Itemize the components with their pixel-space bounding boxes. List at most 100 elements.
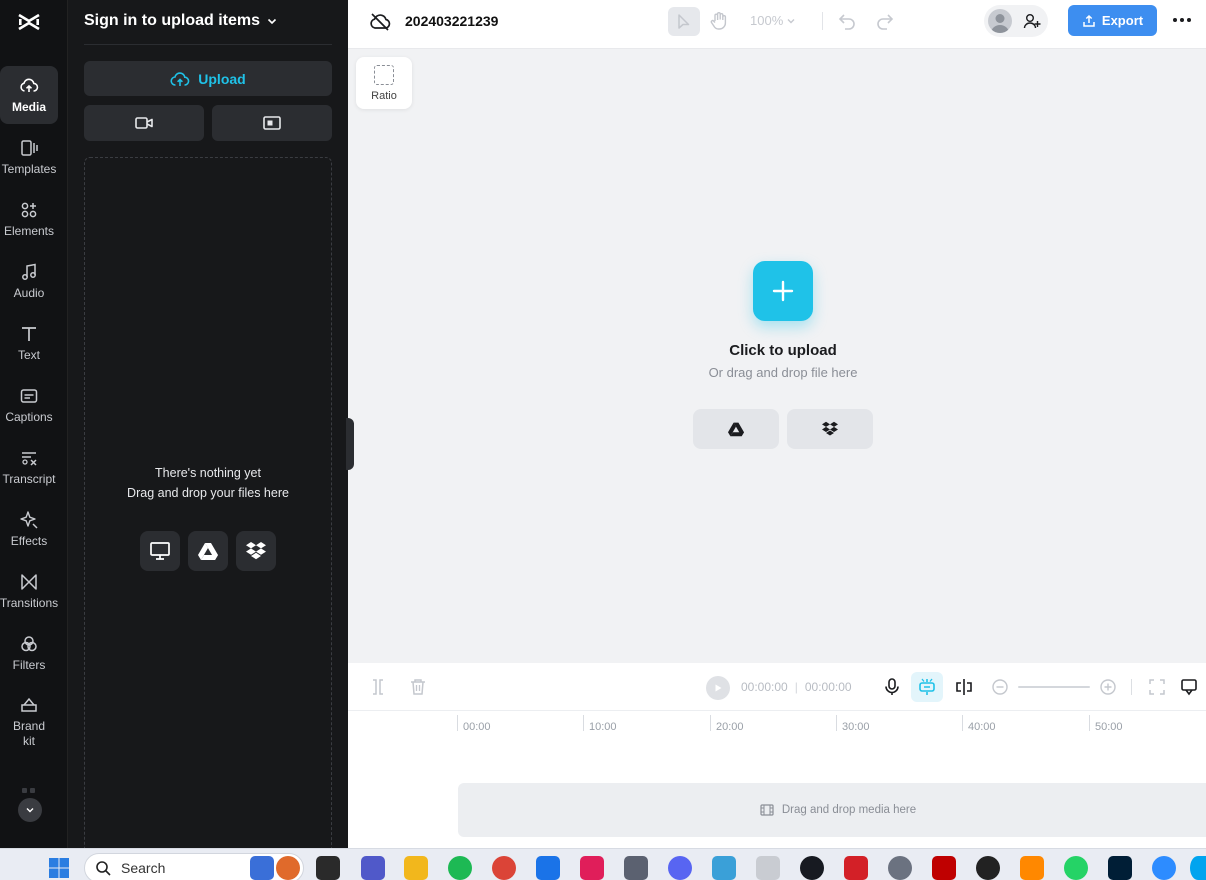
zoom-level: 100% [750, 13, 784, 28]
rail-item-brand-kit[interactable]: Brand kit [0, 690, 58, 754]
play-button[interactable] [706, 676, 730, 700]
zoom-in-icon[interactable] [1098, 677, 1118, 697]
divider [84, 44, 332, 45]
rail-item-elements[interactable]: Elements [0, 190, 58, 248]
rail-more-button[interactable] [18, 798, 42, 822]
photoshop-app-icon[interactable] [1108, 856, 1132, 880]
upload-cta-subtitle: Or drag and drop file here [708, 365, 858, 380]
avatar[interactable] [988, 9, 1012, 33]
rail-item-label: Audio [13, 285, 45, 300]
settings-gear-icon[interactable] [888, 856, 912, 880]
select-tool-button[interactable] [668, 7, 700, 36]
current-time: 00:00:00 [741, 680, 788, 694]
text-icon [22, 326, 36, 341]
microphone-icon[interactable] [882, 677, 902, 697]
trash-icon[interactable] [408, 677, 428, 697]
tick-label: 10:00 [589, 721, 617, 733]
timeline-zoom-slider[interactable] [1018, 686, 1090, 688]
photos-app-icon[interactable] [712, 856, 736, 880]
aspect-ratio-icon [374, 64, 394, 85]
record-video-button[interactable] [84, 105, 204, 141]
timeline-toolbar: 00:00:00 | 00:00:00 [348, 663, 1206, 711]
templates-icon [21, 139, 38, 156]
task-view-icon[interactable] [316, 856, 340, 880]
windows-start-icon[interactable] [48, 857, 70, 879]
spotify-app-icon[interactable] [448, 856, 472, 880]
fullscreen-icon[interactable] [1147, 677, 1167, 697]
panel-title[interactable]: Sign in to upload items [84, 12, 278, 30]
click-to-upload-button[interactable] [753, 261, 813, 321]
rail-item-templates[interactable]: Templates [0, 128, 58, 186]
more-options-button[interactable] [1172, 10, 1192, 30]
google-drive-icon [198, 543, 218, 560]
slack-app-icon[interactable] [580, 856, 604, 880]
split-icon[interactable] [368, 677, 388, 697]
cloud-upload-icon [20, 77, 39, 92]
record-screen-button[interactable] [212, 105, 332, 141]
rail-item-audio[interactable]: Audio [0, 252, 58, 310]
tick-label: 40:00 [968, 721, 996, 733]
chrome-app-icon[interactable] [492, 856, 516, 880]
whatsapp-app-icon[interactable] [1064, 856, 1088, 880]
canvas-google-drive-button[interactable] [693, 409, 779, 449]
export-button[interactable]: Export [1068, 5, 1157, 36]
rail-item-label: Effects [10, 533, 48, 548]
teams-app-icon[interactable] [361, 856, 385, 880]
cloud-sync-off-icon [370, 13, 391, 31]
file-explorer-icon[interactable] [404, 856, 428, 880]
transitions-icon [21, 573, 37, 590]
panel-collapse-handle[interactable] [346, 418, 354, 470]
rail-item-captions[interactable]: Captions [0, 376, 58, 434]
canvas-dropbox-button[interactable] [787, 409, 873, 449]
discord-app-icon[interactable] [668, 856, 692, 880]
upload-button[interactable]: Upload [84, 61, 332, 96]
upload-from-google-drive-button[interactable] [188, 531, 228, 571]
rail-item-text[interactable]: Text [0, 314, 58, 372]
media-drop-zone[interactable]: There's nothing yet Drag and drop your f… [84, 157, 332, 857]
redo-icon[interactable] [875, 11, 895, 31]
widgets-app-icon[interactable] [250, 856, 274, 880]
ratio-button[interactable]: Ratio [356, 57, 412, 109]
rail-item-media[interactable]: Media [0, 66, 58, 124]
vlc-app-icon[interactable] [1020, 856, 1044, 880]
media-panel: Sign in to upload items Upload There's n… [68, 0, 348, 857]
rail-item-transitions[interactable]: Transitions [0, 562, 58, 620]
app-icon[interactable] [756, 856, 780, 880]
filezilla-app-icon[interactable] [932, 856, 956, 880]
add-user-icon[interactable] [1023, 12, 1041, 30]
undo-icon[interactable] [837, 11, 857, 31]
rail-item-transcript[interactable]: Transcript [0, 438, 58, 496]
screen-record-icon [263, 116, 281, 130]
comment-icon[interactable] [1179, 677, 1199, 697]
timeline-ruler[interactable]: 00:00 10:00 20:00 30:00 40:00 50:00 [348, 711, 1206, 783]
upload-from-dropbox-button[interactable] [236, 531, 276, 571]
auto-snap-toggle[interactable] [911, 672, 943, 702]
zoom-dropdown[interactable]: 100% [750, 13, 796, 28]
rail-item-label: Filters [12, 657, 46, 672]
upload-from-computer-button[interactable] [140, 531, 180, 571]
app-icon[interactable] [1190, 856, 1206, 880]
tick-label: 30:00 [842, 721, 870, 733]
divider [1131, 679, 1132, 695]
app-icon[interactable] [976, 856, 1000, 880]
playback-time: 00:00:00 | 00:00:00 [741, 680, 852, 694]
basketball-app-icon[interactable] [276, 856, 300, 880]
zoom-out-icon[interactable] [990, 677, 1010, 697]
split-center-icon[interactable] [954, 677, 974, 697]
user-collaborators-pill[interactable] [984, 5, 1048, 37]
media-drop-track[interactable]: Drag and drop media here [458, 783, 1206, 837]
brand-kit-icon [21, 697, 37, 712]
project-name[interactable]: 202403221239 [405, 13, 498, 29]
zoom-app-icon[interactable] [1152, 856, 1176, 880]
rail-item-filters[interactable]: Filters [0, 624, 58, 682]
steam-app-icon[interactable] [800, 856, 824, 880]
bittorrent-app-icon[interactable] [844, 856, 868, 880]
calculator-app-icon[interactable] [624, 856, 648, 880]
rail-item-label: Media [11, 99, 46, 114]
rail-item-effects[interactable]: Effects [0, 500, 58, 558]
copilot-app-icon[interactable] [536, 856, 560, 880]
hand-tool-icon[interactable] [708, 10, 730, 32]
dropbox-icon [822, 421, 838, 436]
search-icon [96, 861, 111, 876]
drop-track-label: Drag and drop media here [781, 804, 917, 816]
